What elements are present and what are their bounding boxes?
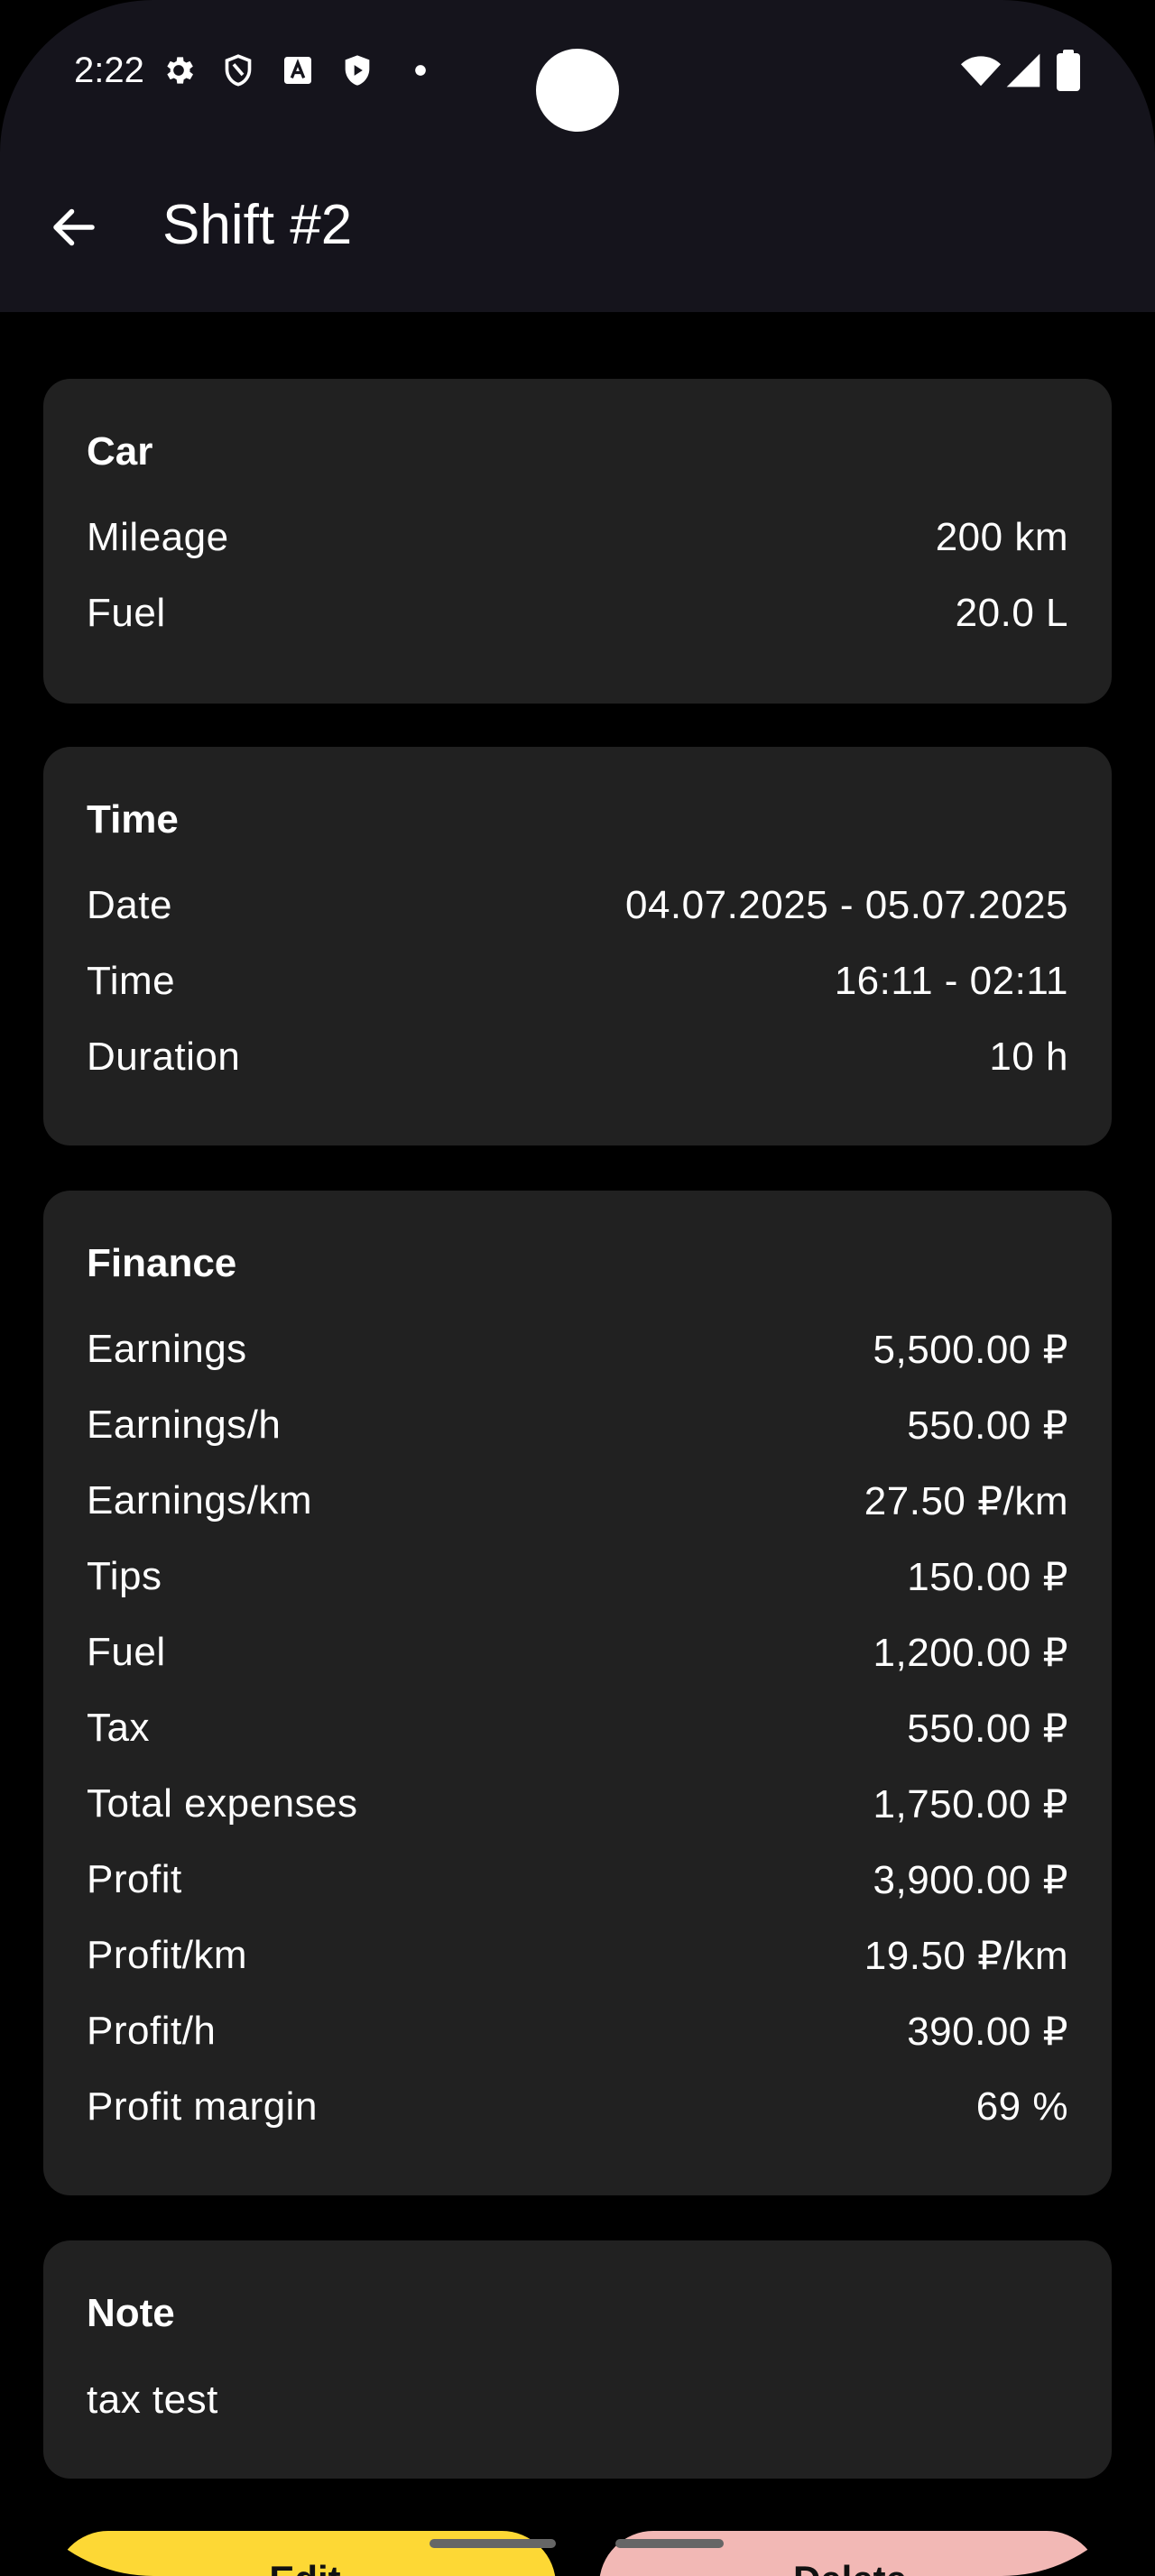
time-card-title: Time (87, 797, 179, 842)
row-value: 550.00 ₽ (907, 1403, 1068, 1448)
row-value: 150.00 ₽ (907, 1554, 1068, 1599)
row-value: 1,200.00 ₽ (873, 1630, 1068, 1675)
row-label: Earnings (87, 1327, 247, 1371)
finance-card: Finance Earnings 5,500.00 ₽ Earnings/h 550… (43, 1191, 1112, 2195)
detail-row: Fuel 1,200.00 ₽ (87, 1625, 1068, 1679)
row-label: Profit/km (87, 1933, 248, 1977)
detail-row: Earnings 5,500.00 ₽ (87, 1322, 1068, 1376)
row-value: 390.00 ₽ (907, 2009, 1068, 2054)
row-value: 200 km (935, 515, 1068, 559)
page-title: Shift #2 (162, 194, 353, 256)
car-card: Car Mileage 200 km Fuel 20.0 L (43, 379, 1112, 704)
detail-row: Tips 150.00 ₽ (87, 1550, 1068, 1604)
car-card-title: Car (87, 429, 153, 474)
battery-icon (1057, 50, 1080, 91)
row-value: 3,900.00 ₽ (873, 1857, 1068, 1902)
delete-button[interactable]: Delete (599, 2531, 1101, 2576)
row-value: 20.0 L (955, 591, 1068, 635)
detail-row: Tax 550.00 ₽ (87, 1701, 1068, 1755)
dot-icon (415, 65, 426, 76)
play-protect-icon (345, 55, 370, 86)
signal-icon (1006, 53, 1040, 87)
detail-row: Profit/h 390.00 ₽ (87, 2004, 1068, 2058)
row-label: Profit/h (87, 2009, 217, 2053)
row-value: 1,750.00 ₽ (873, 1781, 1068, 1826)
top-app-bar: 2:22 Shift #2 (0, 0, 1155, 312)
row-value: 10 h (989, 1035, 1068, 1079)
note-text: tax test (87, 2378, 218, 2422)
note-card: Note tax test (43, 2240, 1112, 2479)
row-label: Time (87, 959, 176, 1003)
shield-icon (225, 54, 252, 87)
finance-card-title: Finance (87, 1241, 237, 1285)
row-label: Total expenses (87, 1781, 358, 1826)
camera-cutout (536, 49, 619, 132)
row-value: 19.50 ₽/km (864, 1933, 1068, 1978)
detail-row: Profit/km 19.50 ₽/km (87, 1928, 1068, 1983)
row-label: Profit (87, 1857, 182, 1901)
phone-screen: 2:22 Shift #2 Car Mileage 200 km Fuel 20… (0, 0, 1155, 2576)
status-time: 2:22 (74, 51, 144, 90)
detail-row: Date 04.07.2025 - 05.07.2025 (87, 879, 1068, 933)
detail-row: Earnings/h 550.00 ₽ (87, 1398, 1068, 1452)
gear-icon (167, 57, 193, 84)
scroll-indicator (615, 2539, 724, 2548)
row-label: Tax (87, 1706, 150, 1750)
row-label: Fuel (87, 591, 166, 635)
wifi-icon (960, 56, 1002, 87)
scroll-indicator (430, 2539, 556, 2548)
note-card-title: Note (87, 2291, 175, 2335)
row-label: Earnings/h (87, 1403, 282, 1447)
row-value: 04.07.2025 - 05.07.2025 (624, 883, 1068, 927)
row-label: Fuel (87, 1630, 166, 1674)
row-label: Date (87, 883, 172, 927)
detail-row: Total expenses 1,750.00 ₽ (87, 1777, 1068, 1831)
detail-row: Profit margin 69 % (87, 2080, 1068, 2134)
arrow-back-icon (53, 208, 95, 246)
detail-row: Duration 10 h (87, 1030, 1068, 1084)
row-label: Tips (87, 1554, 162, 1598)
detail-row: Profit 3,900.00 ₽ (87, 1853, 1068, 1907)
detail-row: Earnings/km 27.50 ₽/km (87, 1474, 1068, 1528)
row-label: Earnings/km (87, 1478, 313, 1523)
row-label: Profit margin (87, 2084, 318, 2129)
detail-row: Fuel 20.0 L (87, 586, 1068, 640)
back-button[interactable] (36, 189, 112, 265)
font-a-icon (284, 57, 311, 84)
row-value: 69 % (975, 2084, 1068, 2129)
detail-row: Time 16:11 - 02:11 (87, 954, 1068, 1008)
row-value: 27.50 ₽/km (864, 1478, 1068, 1523)
row-value: 16:11 - 02:11 (834, 959, 1068, 1003)
row-value: 5,500.00 ₽ (873, 1327, 1068, 1372)
edit-button[interactable]: Edit (54, 2531, 556, 2576)
row-label: Duration (87, 1035, 241, 1079)
status-bar: 2:22 (0, 0, 1155, 144)
row-label: Mileage (87, 515, 229, 559)
time-card: Time Date 04.07.2025 - 05.07.2025 Time 1… (43, 747, 1112, 1145)
detail-row: Mileage 200 km (87, 511, 1068, 565)
row-value: 550.00 ₽ (907, 1706, 1068, 1751)
